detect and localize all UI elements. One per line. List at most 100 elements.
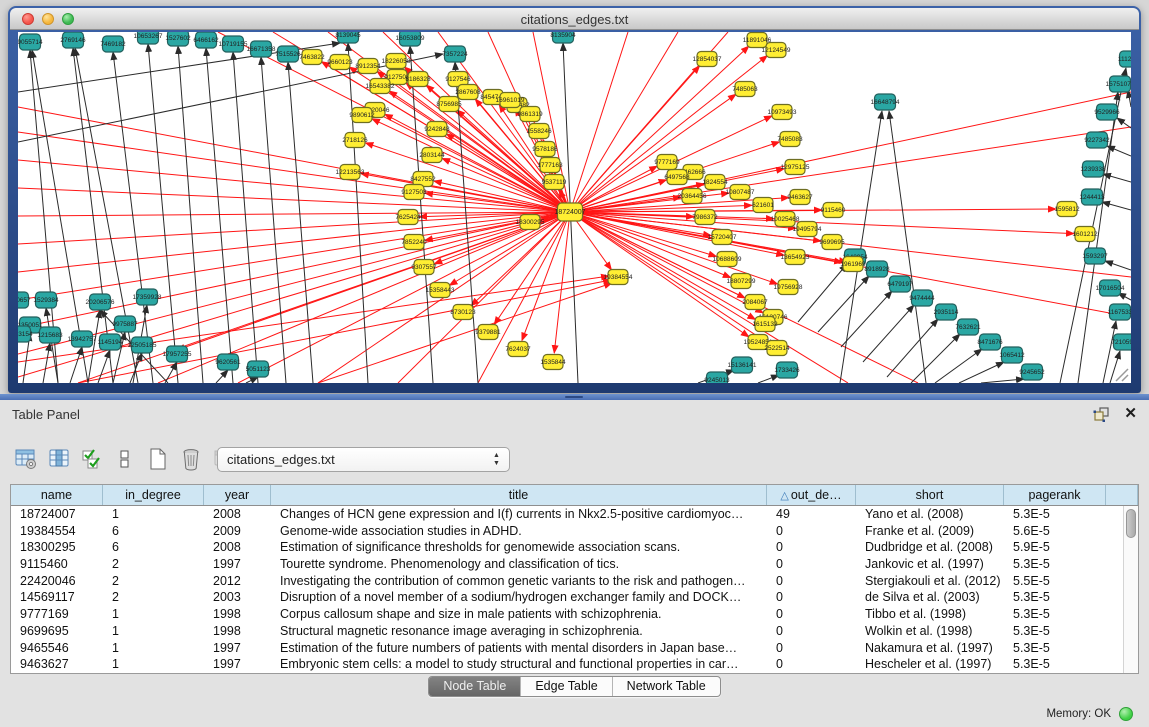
network-node[interactable]: 15136141	[728, 357, 757, 373]
network-node[interactable]: 1112453	[1118, 51, 1131, 67]
table-cell[interactable]: Disruption of a novel member of a sodium…	[271, 589, 767, 606]
table-cell[interactable]: 1998	[204, 623, 271, 640]
table-cell[interactable]: 9699695	[11, 623, 103, 640]
tab-network-table[interactable]: Network Table	[613, 677, 720, 696]
table-cell[interactable]: 2	[103, 589, 204, 606]
network-node[interactable]: 1065412	[999, 347, 1025, 363]
table-cell[interactable]: 6	[103, 523, 204, 540]
network-node[interactable]: 19756928	[774, 280, 803, 295]
network-node[interactable]: 1824554	[702, 175, 728, 190]
table-cell[interactable]: 1	[103, 656, 204, 673]
network-node[interactable]: 7986372	[692, 210, 718, 225]
table-cell[interactable]: 1997	[204, 640, 271, 657]
network-node[interactable]: 5051123	[246, 361, 271, 377]
table-cell[interactable]: 5.3E-5	[1004, 506, 1106, 523]
table-cell[interactable]: Corpus callosum shape and size in male p…	[271, 606, 767, 623]
network-node[interactable]: 9115460	[821, 203, 846, 218]
network-node[interactable]: 9227342	[1084, 132, 1110, 148]
network-node[interactable]: 19495794	[793, 222, 822, 237]
network-node[interactable]: 1595812	[1054, 202, 1080, 217]
table-cell[interactable]: 5.3E-5	[1004, 623, 1106, 640]
network-node[interactable]: 3913154	[18, 326, 33, 342]
network-node[interactable]: 8918928	[864, 261, 890, 277]
network-node[interactable]: 9245013	[704, 372, 730, 383]
table-row[interactable]: 1830029562008Estimation of significance …	[11, 539, 1138, 556]
table-cell[interactable]: 5.3E-5	[1004, 556, 1106, 573]
network-node[interactable]: 1535844	[540, 355, 566, 370]
table-cell[interactable]: 1997	[204, 656, 271, 673]
network-node[interactable]: 2084067	[742, 295, 768, 310]
network-node[interactable]: 7485063	[732, 82, 758, 97]
column-header-title[interactable]: title	[271, 485, 767, 505]
network-node[interactable]: 10688609	[713, 252, 742, 267]
network-node[interactable]: 9890612	[349, 108, 375, 123]
table-row[interactable]: 2242004622012Investigating the contribut…	[11, 573, 1138, 590]
network-node[interactable]: 7469182	[100, 36, 126, 52]
network-window-titlebar[interactable]: citations_edges.txt	[10, 8, 1139, 30]
table-cell[interactable]: 1	[103, 623, 204, 640]
network-node[interactable]: 16053809	[396, 32, 425, 46]
network-node[interactable]: 2522514	[764, 341, 790, 356]
table-cell[interactable]: 14569117	[11, 589, 103, 606]
network-node[interactable]: 1601212	[1072, 227, 1098, 242]
table-cell[interactable]: 1	[103, 640, 204, 657]
network-canvas[interactable]: 9055714276914674691821065326715276026466…	[18, 32, 1131, 383]
network-node[interactable]: 12505185	[128, 337, 157, 353]
table-cell[interactable]: de Silva et al. (2003)	[856, 589, 1004, 606]
table-cell[interactable]: 2009	[204, 523, 271, 540]
network-node[interactable]: 13654923	[781, 250, 810, 265]
table-cell[interactable]: 5.3E-5	[1004, 656, 1106, 673]
network-node[interactable]: 1733426	[774, 362, 800, 378]
network-node[interactable]: 18724007	[554, 203, 585, 221]
network-node[interactable]: 18226058	[382, 54, 411, 69]
table-cell[interactable]: Embryonic stem cells: a model to study s…	[271, 656, 767, 673]
network-node[interactable]: 9699695	[819, 235, 845, 250]
network-node[interactable]: 6466162	[193, 32, 219, 48]
table-cell[interactable]: Jankovic et al. (1997)	[856, 556, 1004, 573]
network-node[interactable]: 1244413	[1079, 189, 1105, 205]
table-cell[interactable]: 0	[767, 589, 856, 606]
network-node[interactable]: 10973493	[768, 105, 797, 120]
network-node[interactable]: 2769146	[60, 32, 86, 48]
table-cell[interactable]: Estimation of significance thresholds fo…	[271, 539, 767, 556]
show-columns-button[interactable]	[47, 447, 71, 471]
network-node[interactable]: 1145194	[98, 334, 123, 350]
table-cell[interactable]: Structural magnetic resonance image aver…	[271, 623, 767, 640]
network-node[interactable]: 2803144	[419, 148, 445, 163]
network-node[interactable]: 10025468	[771, 212, 800, 227]
network-node[interactable]: 6497568	[664, 170, 690, 185]
table-cell[interactable]: 0	[767, 523, 856, 540]
tab-edge-table[interactable]: Edge Table	[521, 677, 612, 696]
table-cell[interactable]: Hescheler et al. (1997)	[856, 656, 1004, 673]
table-cell[interactable]: 9465546	[11, 640, 103, 657]
network-node[interactable]: 9529966	[1094, 104, 1120, 120]
network-node[interactable]: 1529384	[33, 292, 59, 308]
row-height-button[interactable]	[113, 447, 137, 471]
network-node[interactable]: 20364456	[678, 189, 707, 204]
table-cell[interactable]: Investigating the contribution of common…	[271, 573, 767, 590]
network-node[interactable]: 8756985	[436, 97, 462, 112]
network-node[interactable]: 12124549	[762, 43, 791, 58]
network-node[interactable]: 1239338	[1080, 161, 1106, 177]
table-select-dropdown[interactable]: citations_edges.txt ▲ ▼	[217, 447, 510, 472]
network-node[interactable]: 13942757	[68, 331, 97, 347]
table-cell[interactable]: 2	[103, 556, 204, 573]
table-cell[interactable]: Tibbo et al. (1998)	[856, 606, 1004, 623]
table-cell[interactable]: 5.9E-5	[1004, 539, 1106, 556]
network-node[interactable]: 17016504	[1096, 280, 1125, 296]
network-node[interactable]: 9537119	[542, 175, 567, 190]
table-cell[interactable]: Changes of HCN gene expression and I(f) …	[271, 506, 767, 523]
network-node[interactable]: 9055714	[18, 34, 43, 50]
network-node[interactable]: 10653267	[134, 32, 163, 44]
network-node[interactable]: 9620561	[215, 354, 241, 370]
network-node[interactable]: 2867608	[455, 85, 481, 100]
float-panel-button[interactable]	[1093, 407, 1111, 423]
table-cell[interactable]: 5.3E-5	[1004, 589, 1106, 606]
network-node[interactable]: 9463627	[787, 190, 813, 205]
network-node[interactable]: 9578186	[532, 142, 558, 157]
network-node[interactable]: 20206576	[86, 294, 115, 310]
table-cell[interactable]: Wolkin et al. (1998)	[856, 623, 1004, 640]
table-cell[interactable]: 0	[767, 623, 856, 640]
column-header-out_de[interactable]: △out_de…	[767, 485, 856, 505]
table-row[interactable]: 977716911998Corpus callosum shape and si…	[11, 606, 1138, 623]
